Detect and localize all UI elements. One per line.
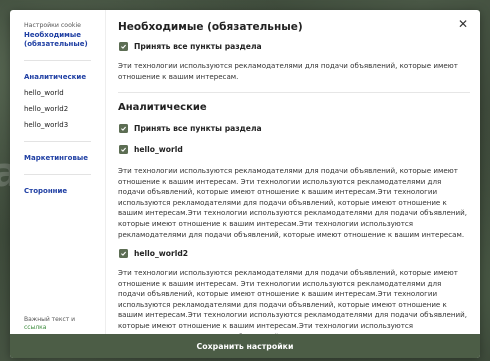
divider: [24, 60, 91, 61]
sidebar: Настройки cookie Необходимые (обязательн…: [10, 10, 106, 334]
sidebar-item-marketing[interactable]: Маркетинговые: [24, 154, 105, 163]
accept-all-label: Принять все пункты раздела: [134, 124, 262, 133]
sidebar-subitem-hello-world3[interactable]: hello_world3: [24, 121, 105, 130]
item-label: hello_world2: [134, 249, 189, 258]
checkbox-checked-icon[interactable]: [119, 124, 128, 133]
content-panel[interactable]: Необходимые (обязательные) Принять все п…: [116, 10, 472, 334]
sidebar-subitem-hello-world[interactable]: hello_world: [24, 89, 105, 98]
divider: [24, 174, 91, 175]
accept-all-label: Принять все пункты раздела: [134, 42, 262, 51]
item-label: hello_world: [134, 145, 183, 154]
divider: [24, 141, 91, 142]
sidebar-footer: Важный текст и ссылка: [24, 316, 75, 332]
hello-world-checkbox[interactable]: hello_world: [119, 145, 183, 154]
close-icon[interactable]: ✕: [456, 17, 470, 31]
accept-all-required-checkbox[interactable]: Принять все пункты раздела: [119, 42, 262, 51]
checkbox-checked-icon[interactable]: [119, 42, 128, 51]
sidebar-item-required[interactable]: Необходимые (обязательные): [24, 31, 105, 49]
section-description: Эти технологии используются рекламодател…: [118, 61, 458, 81]
save-settings-button[interactable]: Сохранить настройки: [10, 334, 480, 358]
checkbox-checked-icon[interactable]: [119, 249, 128, 258]
cookie-settings-modal: Настройки cookie Необходимые (обязательн…: [10, 10, 480, 358]
sidebar-item-analytics[interactable]: Аналитические: [24, 73, 105, 82]
section-title-required: Необходимые (обязательные): [118, 21, 303, 33]
sidebar-subitem-hello-world2[interactable]: hello_world2: [24, 105, 105, 114]
footer-text: Важный текст и: [24, 316, 76, 323]
section-title-analytics: Аналитические: [118, 102, 207, 113]
divider: [118, 92, 470, 93]
hello-world2-checkbox[interactable]: hello_world2: [119, 249, 188, 258]
item-description: Эти технологии используются рекламодател…: [118, 268, 468, 334]
sidebar-caption: Настройки cookie: [24, 22, 81, 29]
item-description: Эти технологии используются рекламодател…: [118, 166, 468, 239]
sidebar-item-third-party[interactable]: Сторонние: [24, 187, 105, 196]
accept-all-analytics-checkbox[interactable]: Принять все пункты раздела: [119, 124, 262, 133]
checkbox-checked-icon[interactable]: [119, 145, 128, 154]
footer-link[interactable]: ссылка: [24, 324, 75, 332]
